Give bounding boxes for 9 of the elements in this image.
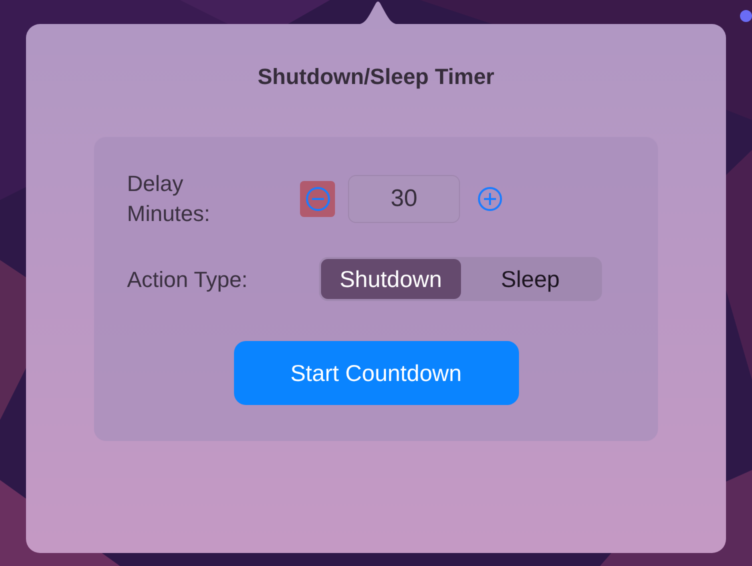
segment-tab[interactable]: Shutdown	[321, 259, 460, 299]
popover-title: Shutdown/Sleep Timer	[258, 63, 494, 91]
increment-button[interactable]	[477, 186, 503, 212]
minutes-field[interactable]: 30	[348, 175, 460, 223]
start-countdown-button[interactable]: Start Countdown	[234, 341, 518, 405]
segment-tab[interactable]: Sleep	[460, 259, 600, 299]
action-type-label: Action Type:	[127, 266, 249, 294]
delay-label: Delay Minutes:	[127, 170, 212, 228]
decrement-button[interactable]	[300, 181, 335, 217]
